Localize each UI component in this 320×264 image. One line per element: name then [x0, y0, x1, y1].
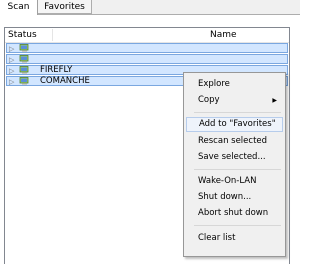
menu-separator — [194, 112, 281, 113]
tab-scan[interactable]: Scan — [0, 0, 38, 15]
menu-item-explore[interactable]: Explore — [186, 77, 283, 92]
row-name: COMANCHE — [40, 76, 90, 86]
app-window: Scan Favorites Status Name ▷ ▷ ▷ FIREFLY… — [0, 0, 300, 264]
menu-item-clear-list[interactable]: Clear list — [186, 231, 283, 246]
menu-item-wake-on-lan[interactable]: Wake-On-LAN — [186, 174, 283, 189]
computer-icon — [19, 44, 29, 52]
menu-item-rescan-selected[interactable]: Rescan selected — [186, 134, 283, 149]
menu-separator — [194, 169, 281, 170]
expand-arrow-icon[interactable]: ▷ — [9, 45, 14, 53]
list-item[interactable]: ▷ — [6, 43, 288, 53]
context-menu: Explore Copy ▶ Add to "Favorites" Rescan… — [183, 72, 286, 257]
list-header: Status Name — [5, 28, 289, 43]
menu-item-copy-label: Copy — [198, 95, 220, 105]
expand-arrow-icon[interactable]: ▷ — [9, 67, 14, 75]
menu-item-add-to-favorites[interactable]: Add to "Favorites" — [186, 117, 283, 132]
column-separator[interactable] — [52, 29, 53, 41]
tab-favorites[interactable]: Favorites — [38, 0, 92, 14]
column-header-status[interactable]: Status — [8, 29, 37, 41]
menu-separator — [194, 225, 281, 226]
expand-arrow-icon[interactable]: ▷ — [9, 56, 14, 64]
expand-arrow-icon[interactable]: ▷ — [9, 78, 14, 86]
computer-icon — [19, 66, 29, 74]
submenu-arrow-icon: ▶ — [272, 97, 277, 104]
row-name: FIREFLY — [40, 65, 73, 75]
column-header-name[interactable]: Name — [210, 29, 237, 41]
computer-icon — [19, 77, 29, 85]
menu-item-shut-down[interactable]: Shut down... — [186, 190, 283, 205]
menu-item-abort-shut-down[interactable]: Abort shut down — [186, 206, 283, 221]
list-item[interactable]: ▷ — [6, 54, 288, 64]
tab-bar: Scan Favorites — [0, 0, 300, 15]
menu-item-save-selected[interactable]: Save selected... — [186, 150, 283, 165]
menu-item-copy[interactable]: Copy ▶ — [186, 93, 283, 108]
computer-icon — [19, 55, 29, 63]
